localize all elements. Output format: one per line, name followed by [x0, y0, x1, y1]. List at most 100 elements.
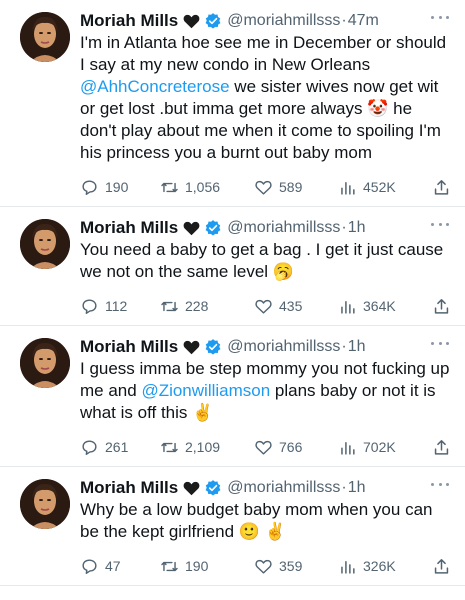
verified-badge-icon[interactable]: [204, 479, 222, 497]
avatar[interactable]: [20, 219, 70, 269]
reply-icon: [82, 439, 97, 455]
reply-icon: [82, 298, 97, 314]
retweet-count: 1,056: [185, 179, 221, 195]
like-button[interactable]: 359: [254, 557, 338, 576]
mention-link[interactable]: @AhhConcreterose: [80, 77, 230, 96]
reply-button[interactable]: 47: [80, 557, 160, 576]
reply-button[interactable]: 190: [80, 178, 160, 197]
more-options-icon[interactable]: [431, 219, 449, 229]
share-button[interactable]: [432, 557, 452, 576]
tweet-header: Moriah Mills @moriahmillsss · 1h: [80, 477, 453, 499]
views-icon: [341, 560, 355, 574]
user-handle[interactable]: @moriahmillsss: [227, 479, 340, 497]
tweet-text: I'm in Atlanta hoe see me in December or…: [80, 32, 453, 164]
tweet[interactable]: Moriah Mills @moriahmillsss · 1h I guess…: [0, 326, 465, 467]
tweet-text-segment: You need a baby to get a bag . I get it …: [80, 240, 444, 281]
view-count: 702K: [363, 439, 396, 455]
tweet-text-segment: I'm in Atlanta hoe see me in December or…: [80, 33, 447, 74]
more-options-icon[interactable]: [431, 338, 449, 348]
view-count: 364K: [363, 298, 396, 314]
avatar[interactable]: [20, 12, 70, 62]
timeline-feed: Moriah Mills @moriahmillsss · 47m I'm in…: [0, 0, 465, 586]
display-name[interactable]: Moriah Mills: [80, 337, 178, 357]
like-icon: [255, 299, 272, 314]
share-icon: [434, 298, 449, 314]
more-options-icon[interactable]: [431, 12, 449, 22]
share-button[interactable]: [432, 178, 452, 197]
tweet[interactable]: Moriah Mills @moriahmillsss · 1h You nee…: [0, 207, 465, 326]
retweet-count: 190: [185, 558, 209, 574]
action-bar: 261 2,109 766 702K: [80, 428, 453, 466]
retweet-button[interactable]: 1,056: [160, 178, 254, 197]
retweet-button[interactable]: 2,109: [160, 438, 254, 457]
action-bar: 112 228 435 364K: [80, 287, 453, 325]
like-count: 766: [279, 439, 303, 455]
timestamp[interactable]: 1h: [348, 479, 366, 497]
tweet-text-segment: Why be a low budget baby mom when you ca…: [80, 500, 433, 541]
like-button[interactable]: 766: [254, 438, 338, 457]
share-button[interactable]: [432, 438, 452, 457]
tweet[interactable]: Moriah Mills @moriahmillsss · 47m I'm in…: [0, 0, 465, 207]
tweet[interactable]: Moriah Mills @moriahmillsss · 1h Why be …: [0, 467, 465, 586]
black-heart-icon: [183, 221, 200, 235]
tweet-header: Moriah Mills @moriahmillsss · 47m: [80, 10, 453, 32]
views-button[interactable]: 326K: [338, 557, 432, 576]
like-icon: [255, 559, 272, 574]
reply-count: 47: [105, 558, 121, 574]
verified-badge-icon[interactable]: [204, 12, 222, 30]
more-options-icon[interactable]: [431, 479, 449, 489]
display-name[interactable]: Moriah Mills: [80, 478, 178, 498]
avatar-image: [20, 479, 70, 529]
like-icon: [255, 180, 272, 195]
like-count: 435: [279, 298, 303, 314]
user-handle[interactable]: @moriahmillsss: [227, 338, 340, 356]
tweet-header: Moriah Mills @moriahmillsss · 1h: [80, 336, 453, 358]
views-button[interactable]: 702K: [338, 438, 432, 457]
retweet-count: 2,109: [185, 439, 221, 455]
display-name[interactable]: Moriah Mills: [80, 11, 178, 31]
timestamp[interactable]: 1h: [348, 219, 366, 237]
avatar[interactable]: [20, 338, 70, 388]
retweet-count: 228: [185, 298, 209, 314]
share-icon: [434, 179, 449, 195]
reply-icon: [82, 558, 97, 574]
like-button[interactable]: 435: [254, 297, 338, 316]
views-button[interactable]: 364K: [338, 297, 432, 316]
timestamp[interactable]: 1h: [348, 338, 366, 356]
verified-badge-icon[interactable]: [204, 338, 222, 356]
views-icon: [341, 441, 355, 455]
timestamp[interactable]: 47m: [348, 12, 379, 30]
avatar[interactable]: [20, 479, 70, 529]
reply-button[interactable]: 112: [80, 297, 160, 316]
avatar-image: [20, 219, 70, 269]
like-button[interactable]: 589: [254, 178, 338, 197]
reply-count: 112: [105, 298, 128, 314]
share-icon: [434, 439, 449, 455]
views-icon: [341, 300, 355, 314]
reply-button[interactable]: 261: [80, 438, 160, 457]
view-count: 326K: [363, 558, 396, 574]
mention-link[interactable]: @Zionwilliamson: [141, 381, 270, 400]
share-icon: [434, 558, 449, 574]
like-icon: [255, 440, 272, 455]
tweet-text: Why be a low budget baby mom when you ca…: [80, 499, 453, 543]
tweet-text: You need a baby to get a bag . I get it …: [80, 239, 453, 283]
verified-badge-icon[interactable]: [204, 219, 222, 237]
reply-count: 190: [105, 179, 129, 195]
share-button[interactable]: [432, 297, 452, 316]
dot-separator: ·: [341, 219, 347, 236]
user-handle[interactable]: @moriahmillsss: [227, 219, 340, 237]
like-count: 589: [279, 179, 303, 195]
user-handle[interactable]: @moriahmillsss: [227, 12, 340, 30]
retweet-icon: [161, 442, 178, 452]
retweet-button[interactable]: 190: [160, 557, 254, 576]
black-heart-icon: [183, 14, 200, 28]
black-heart-icon: [183, 481, 200, 495]
tweet-header: Moriah Mills @moriahmillsss · 1h: [80, 217, 453, 239]
display-name[interactable]: Moriah Mills: [80, 218, 178, 238]
retweet-icon: [161, 301, 178, 311]
views-button[interactable]: 452K: [338, 178, 432, 197]
avatar-image: [20, 338, 70, 388]
retweet-button[interactable]: 228: [160, 297, 254, 316]
retweet-icon: [161, 182, 178, 192]
